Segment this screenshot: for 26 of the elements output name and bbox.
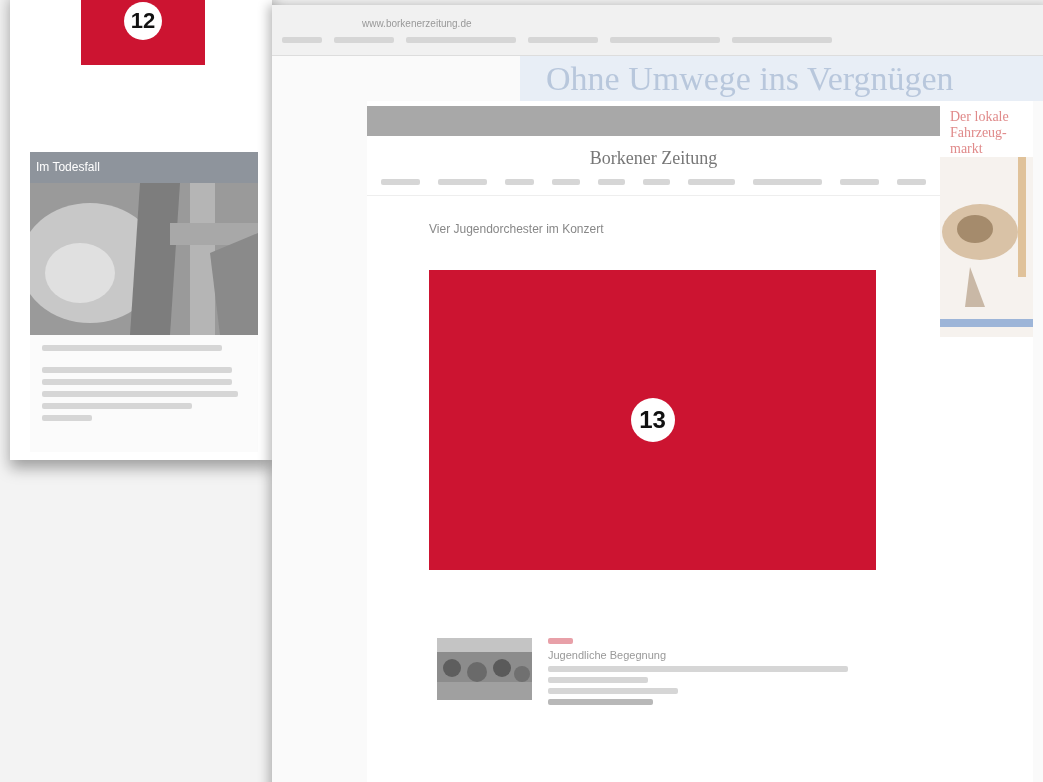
blurred-text (42, 415, 92, 421)
marker-number: 12 (124, 2, 162, 40)
nav-item[interactable] (839, 179, 879, 185)
nav-item[interactable] (438, 179, 487, 185)
bookmark-item[interactable] (732, 36, 832, 43)
teaser-title[interactable]: Jugendliche Begegnung (548, 649, 848, 661)
bookmark-item[interactable] (334, 36, 394, 43)
nav-item[interactable] (753, 179, 822, 185)
bookmark-item[interactable] (282, 36, 322, 43)
bookmark-item[interactable] (610, 36, 720, 43)
ad-text: Der lokale Fahrzeug-markt (949, 108, 1010, 157)
nav-item[interactable] (504, 179, 535, 185)
nav-item[interactable] (688, 179, 736, 185)
blurred-text (548, 638, 573, 644)
address-bar[interactable]: www.borkenerzeitung.de (362, 17, 472, 29)
nav-item[interactable] (552, 179, 580, 185)
nav-item[interactable] (597, 179, 625, 185)
bookmark-item[interactable] (528, 36, 598, 43)
nav-item[interactable] (381, 179, 421, 185)
bookmark-item[interactable] (406, 36, 516, 43)
card-title: Im Todesfall (30, 152, 258, 183)
marker-number: 13 (630, 398, 675, 442)
site-logo[interactable]: Borkener Zeitung (589, 148, 718, 169)
article-headline: Vier Jugendorchester im Konzert (429, 222, 605, 236)
nav-item[interactable] (896, 179, 926, 185)
nav-item[interactable] (642, 179, 671, 185)
